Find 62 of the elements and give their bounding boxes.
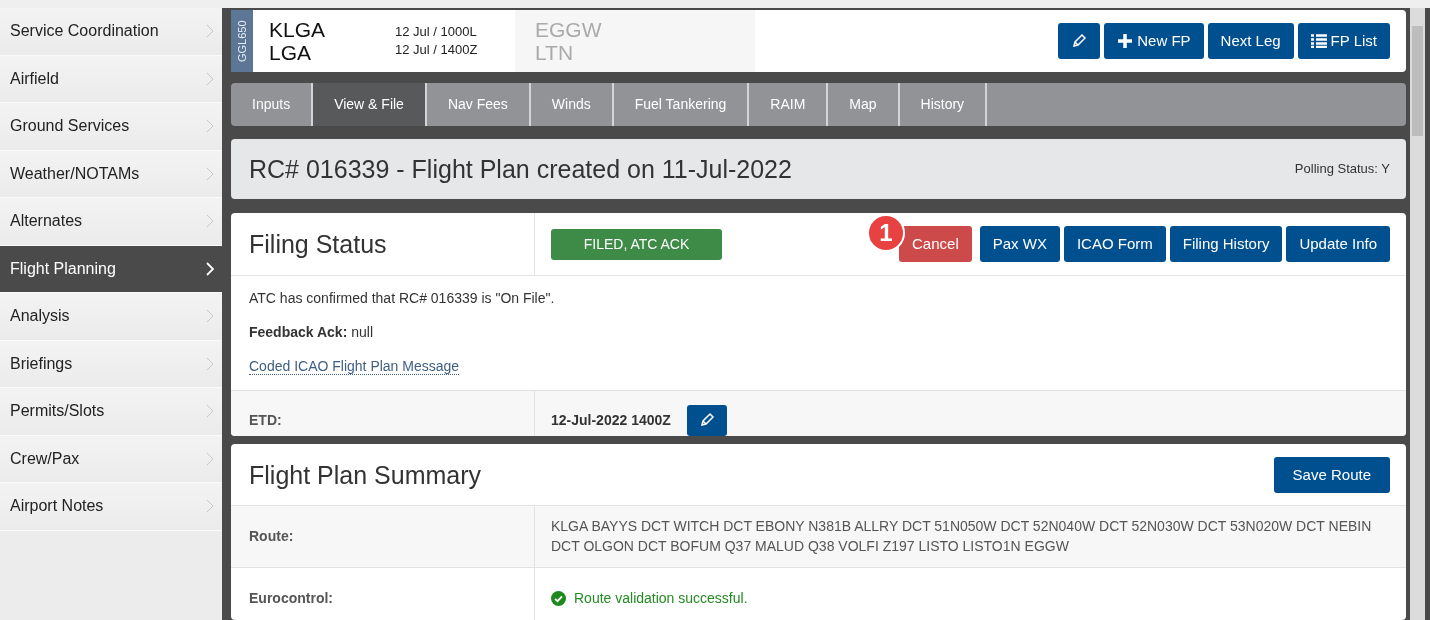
sidebar-item[interactable]: Airfield	[0, 55, 222, 103]
sidebar-item[interactable]: Crew/Pax	[0, 435, 222, 483]
feedback-text: Feedback Ack: null	[249, 323, 374, 343]
action-button[interactable]: Cancel	[899, 226, 972, 263]
chevron-icon	[206, 451, 214, 466]
field-label: Route:	[249, 527, 294, 547]
validation-message: Route validation successful.	[574, 589, 748, 609]
chevron-icon	[206, 166, 214, 181]
sidebar-item[interactable]: Airport Notes	[0, 483, 222, 531]
action-button[interactable]: Update Info	[1286, 226, 1390, 263]
pencil-icon	[1071, 33, 1088, 50]
destination-iata: LTN	[535, 41, 575, 65]
annotation-badge: 1	[867, 214, 905, 253]
new-fp-button[interactable]: New FP	[1104, 23, 1204, 60]
check-circle-icon	[551, 591, 566, 607]
scrollbar[interactable]	[1410, 8, 1425, 620]
action-button[interactable]: Pax WX	[979, 226, 1060, 263]
next-leg-button[interactable]: Next Leg	[1207, 23, 1294, 60]
origin-icao: KLGA	[269, 18, 327, 42]
tab[interactable]: View & File	[313, 83, 427, 126]
chevron-icon	[206, 356, 214, 371]
icao-message-link[interactable]: Coded ICAO Flight Plan Message	[249, 358, 460, 376]
origin-iata: LGA	[269, 41, 313, 65]
fp-list-button[interactable]: FP List	[1297, 23, 1390, 60]
field-label: Eurocontrol:	[249, 589, 333, 609]
chevron-icon	[206, 404, 214, 419]
status-label: FILED, ATC ACK	[551, 228, 722, 260]
polling-status: Polling Status: Y	[1294, 160, 1390, 179]
chevron-icon	[206, 261, 214, 276]
sidebar-item[interactable]: Service Coordination	[0, 8, 222, 56]
destination-icao: EGGW	[535, 18, 602, 42]
field-label: ETD:	[249, 410, 282, 430]
pencil-icon	[698, 412, 715, 429]
leg-time: 12 Jul / 1000L	[395, 23, 478, 42]
edit-button[interactable]	[1058, 23, 1101, 60]
plus-icon	[1117, 33, 1134, 50]
chevron-icon	[206, 309, 214, 324]
sidebar-item[interactable]: Analysis	[0, 293, 222, 341]
card-title: Filing Status	[249, 229, 387, 260]
sidebar-item[interactable]: Alternates	[0, 198, 222, 246]
action-button[interactable]: Filing History	[1169, 226, 1283, 263]
action-button[interactable]: ICAO Form	[1063, 226, 1166, 263]
card-title: Flight Plan Summary	[249, 459, 482, 490]
chevron-icon	[206, 24, 214, 39]
status-message: ATC has confirmed that RC# 016339 is "On File".	[249, 289, 556, 309]
leg-time: 12 Jul / 1400Z	[395, 41, 478, 60]
chevron-icon	[206, 119, 214, 134]
route-text: KLGA BAYYS DCT WITCH DCT EBONY N381B ALLRY DCT 51N050W DCT 52N040W DCT 52N030W DCT 53N020W DCT NEBIN DCT OLGON DCT BOFUM Q37 MALUD Q38 VOLFI Z197 LISTO LISTO1N EGGW	[550, 517, 1373, 557]
list-icon	[1310, 34, 1327, 49]
edit-button[interactable]	[686, 404, 727, 436]
aircraft-tag: GGL650	[231, 10, 253, 73]
sidebar-item[interactable]: Ground Services	[0, 103, 222, 151]
chevron-icon	[206, 499, 214, 514]
save-route-button[interactable]: Save Route	[1273, 456, 1390, 493]
sidebar-item[interactable]: Flight Planning	[0, 245, 222, 293]
chevron-icon	[206, 71, 214, 86]
sidebar-item[interactable]: Briefings	[0, 340, 222, 388]
etd-value: 12-Jul-2022 1400Z	[551, 410, 671, 430]
sidebar-item[interactable]: Permits/Slots	[0, 388, 222, 436]
sidebar-item[interactable]: Weather/NOTAMs	[0, 150, 222, 198]
plan-title: RC# 016339 - Flight Plan created on 11-Jul-2022	[249, 154, 792, 185]
chevron-icon	[206, 214, 214, 229]
